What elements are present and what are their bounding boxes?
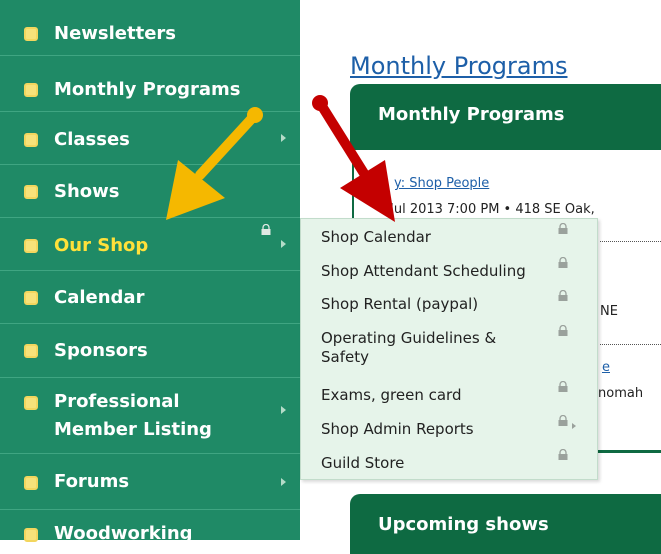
event-link[interactable]: y: Shop People (394, 176, 489, 191)
submenu-arrow-icon (572, 423, 576, 429)
bullet-icon (24, 476, 38, 490)
sidebar-item-monthly-programs[interactable]: Monthly Programs (0, 56, 300, 112)
our-shop-submenu: Shop Calendar Shop Attendant Scheduling … (300, 218, 598, 480)
bullet-icon (24, 133, 38, 147)
content-snippet: NE (600, 304, 618, 319)
sidebar-item-label: Monthly Programs (54, 79, 241, 100)
submenu-item-guild-store[interactable]: Guild Store (321, 454, 404, 473)
lock-icon (558, 290, 568, 301)
lock-icon (558, 449, 568, 460)
sidebar-item-label-line2: Member Listing (54, 419, 212, 440)
sidebar-item-professional-member-listing[interactable]: Professional Member Listing (0, 378, 300, 454)
submenu-arrow-icon (281, 134, 286, 142)
bullet-icon (24, 239, 38, 253)
lock-icon (558, 257, 568, 268)
sidebar-item-label: Shows (54, 181, 120, 202)
submenu-item-shop-attendant-scheduling[interactable]: Shop Attendant Scheduling (321, 262, 526, 281)
lock-icon (558, 381, 568, 392)
bullet-icon (24, 396, 38, 410)
content-snippet: nomah (598, 386, 644, 401)
submenu-arrow-icon (281, 406, 286, 414)
content-link-snippet[interactable]: e (602, 360, 610, 375)
submenu-arrow-icon (281, 478, 286, 486)
page-title-link[interactable]: Monthly Programs (350, 52, 568, 80)
submenu-item-shop-calendar[interactable]: Shop Calendar (321, 228, 431, 247)
sidebar-item-forums[interactable]: Forums (0, 454, 300, 510)
sidebar-item-label: Classes (54, 129, 130, 150)
bullet-icon (24, 291, 38, 305)
sidebar-nav: Newsletters Monthly Programs Classes Sho… (0, 0, 300, 544)
sidebar-item-newsletters[interactable]: Newsletters (0, 0, 300, 56)
box-header-title: Upcoming shows (378, 514, 549, 535)
sidebar-item-classes[interactable]: Classes (0, 112, 300, 165)
sidebar-item-label: Sponsors (54, 340, 148, 361)
bullet-icon (24, 185, 38, 199)
bullet-icon (24, 27, 38, 41)
sidebar-item-our-shop[interactable]: Our Shop (0, 218, 300, 271)
upcoming-shows-box-header: Upcoming shows (350, 494, 661, 554)
sidebar-item-calendar[interactable]: Calendar (0, 271, 300, 324)
submenu-arrow-icon (281, 240, 286, 248)
event-detail: Jul 2013 7:00 PM • 418 SE Oak, (390, 202, 595, 217)
sidebar-item-woodworking[interactable]: Woodworking (0, 510, 300, 550)
submenu-item-exams-green-card[interactable]: Exams, green card (321, 386, 461, 405)
lock-icon (558, 223, 568, 234)
submenu-item-shop-rental[interactable]: Shop Rental (paypal) (321, 295, 478, 314)
lock-icon (261, 224, 271, 235)
sidebar-item-label: Calendar (54, 287, 145, 308)
bullet-icon (24, 344, 38, 358)
sidebar-item-label: Professional (54, 391, 180, 412)
bullet-icon (24, 83, 38, 97)
sidebar-item-label: Our Shop (54, 235, 149, 256)
box-header-title: Monthly Programs (378, 104, 565, 125)
divider (600, 344, 661, 345)
lock-icon (558, 325, 568, 336)
sidebar-item-label: Woodworking (54, 523, 193, 544)
sidebar-item-sponsors[interactable]: Sponsors (0, 324, 300, 378)
submenu-item-operating-guidelines[interactable]: Operating Guidelines & Safety (321, 329, 536, 367)
sidebar-item-label: Newsletters (54, 23, 177, 44)
submenu-item-shop-admin-reports[interactable]: Shop Admin Reports (321, 420, 474, 439)
sidebar-item-label: Forums (54, 471, 130, 492)
lock-icon (558, 415, 568, 426)
sidebar-item-shows[interactable]: Shows (0, 165, 300, 218)
divider (600, 241, 661, 242)
